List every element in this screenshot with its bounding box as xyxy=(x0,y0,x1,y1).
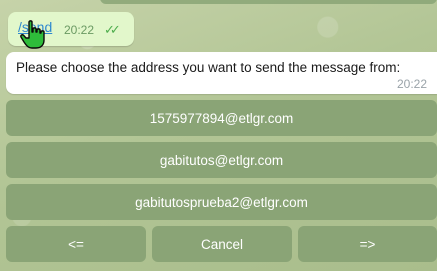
received-message-text: Please choose the address you want to se… xyxy=(16,60,401,75)
hand-pointer-icon xyxy=(20,20,45,49)
sent-message-time: 20:22 xyxy=(64,23,95,37)
address-button-2[interactable]: gabitutos@etlgr.com xyxy=(6,142,437,178)
received-message-time: 20:22 xyxy=(396,77,427,91)
previous-message-edge xyxy=(100,0,437,4)
address-button-3[interactable]: gabitutosprueba2@etlgr.com xyxy=(6,184,437,220)
received-message-bubble: Please choose the address you want to se… xyxy=(6,52,437,94)
cancel-button[interactable]: Cancel xyxy=(152,226,292,262)
previous-page-button[interactable]: <= xyxy=(6,226,146,262)
address-button-1[interactable]: 1575977894@etlgr.com xyxy=(6,100,437,136)
double-check-icon: ✓✓ xyxy=(104,22,121,37)
next-page-button[interactable]: => xyxy=(298,226,437,262)
